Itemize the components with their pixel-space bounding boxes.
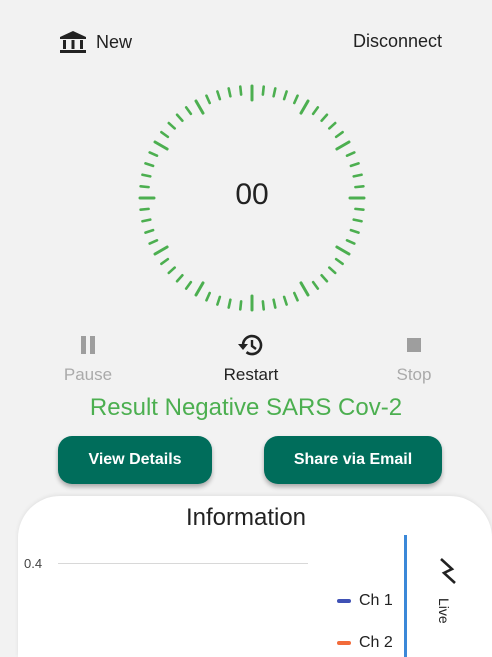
- dial-minor-tick: [345, 151, 356, 157]
- top-bar: New Disconnect: [0, 0, 492, 80]
- dial-major-tick: [335, 245, 351, 256]
- dial-minor-tick: [175, 113, 184, 123]
- view-details-button[interactable]: View Details: [58, 436, 212, 484]
- dial-minor-tick: [352, 218, 363, 223]
- dial-minor-tick: [148, 151, 159, 157]
- stop-button[interactable]: Stop: [364, 330, 464, 385]
- y-tick-label: 0.4: [24, 556, 43, 571]
- legend-item-ch2[interactable]: Ch 2: [337, 633, 393, 653]
- information-title: Information: [185, 504, 307, 531]
- dial-minor-tick: [352, 173, 363, 178]
- dial-minor-tick: [227, 298, 232, 309]
- dial-major-tick: [194, 281, 205, 297]
- restart-button[interactable]: Restart: [201, 330, 301, 385]
- grid-line: [58, 563, 308, 564]
- dial-minor-tick: [184, 280, 193, 290]
- dial-minor-tick: [184, 106, 193, 116]
- dial-minor-tick: [205, 291, 211, 302]
- pause-icon: [81, 336, 95, 354]
- disconnect-button[interactable]: Disconnect: [353, 31, 442, 52]
- dial-minor-tick: [227, 87, 232, 98]
- bank-icon: [60, 31, 86, 53]
- dial-minor-tick: [160, 257, 170, 266]
- dial-minor-tick: [167, 121, 177, 130]
- legend-item-ch1[interactable]: Ch 1: [337, 591, 393, 611]
- dial-minor-tick: [282, 90, 288, 101]
- dial-minor-tick: [205, 94, 211, 105]
- new-button[interactable]: New: [60, 28, 132, 56]
- dial-minor-tick: [144, 228, 155, 234]
- legend-label-ch1: Ch 1: [359, 592, 393, 609]
- dial-minor-tick: [327, 266, 337, 275]
- live-label: Live: [436, 598, 452, 624]
- dial-minor-tick: [327, 121, 337, 130]
- restart-label: Restart: [223, 365, 279, 384]
- dial-minor-tick: [311, 106, 320, 116]
- history-icon: [238, 334, 263, 356]
- stop-label: Stop: [396, 365, 432, 384]
- dial-major-tick: [153, 245, 169, 256]
- dial-minor-tick: [238, 85, 243, 96]
- dial-minor-tick: [293, 291, 299, 302]
- dial-major-tick: [299, 281, 310, 297]
- dial-minor-tick: [334, 257, 344, 266]
- dial-minor-tick: [175, 273, 184, 283]
- new-label: New: [96, 31, 133, 52]
- dial-minor-tick: [311, 280, 320, 290]
- dial-minor-tick: [144, 162, 155, 168]
- dial-major-tick: [335, 140, 351, 151]
- dial-minor-tick: [345, 239, 356, 245]
- dial-major-tick: [299, 99, 310, 115]
- dial-minor-tick: [261, 300, 266, 311]
- dial-minor-tick: [320, 113, 329, 123]
- dial-minor-tick: [167, 266, 177, 275]
- chart-cursor-line: [404, 535, 407, 657]
- dial-minor-tick: [238, 300, 243, 311]
- dial-major-tick: [153, 140, 169, 151]
- dial-minor-tick: [216, 90, 222, 101]
- stop-icon: [407, 338, 421, 352]
- pause-label: Pause: [63, 365, 113, 384]
- legend-label-ch2: Ch 2: [359, 634, 393, 651]
- dial-minor-tick: [349, 228, 360, 234]
- dial-minor-tick: [148, 239, 159, 245]
- dial-minor-tick: [216, 295, 222, 306]
- trending-icon: [440, 558, 456, 584]
- dial-minor-tick: [272, 87, 277, 98]
- legend-swatch-ch2: [337, 641, 351, 645]
- pause-button[interactable]: Pause: [38, 330, 138, 385]
- dial-major-tick: [194, 99, 205, 115]
- dial-minor-tick: [261, 85, 266, 96]
- live-toggle[interactable]: Live: [430, 556, 466, 646]
- dial-minor-tick: [272, 298, 277, 309]
- legend-swatch-ch1: [337, 599, 351, 603]
- dial-minor-tick: [160, 130, 170, 139]
- share-email-button[interactable]: Share via Email: [264, 436, 442, 484]
- dial-minor-tick: [320, 273, 329, 283]
- timer-value: 00: [235, 178, 269, 211]
- result-text: Result Negative SARS Cov-2: [89, 394, 403, 421]
- dial-minor-tick: [141, 173, 152, 178]
- dial-minor-tick: [334, 130, 344, 139]
- dial-minor-tick: [282, 295, 288, 306]
- dial-minor-tick: [293, 94, 299, 105]
- dial-minor-tick: [141, 218, 152, 223]
- dial-minor-tick: [349, 162, 360, 168]
